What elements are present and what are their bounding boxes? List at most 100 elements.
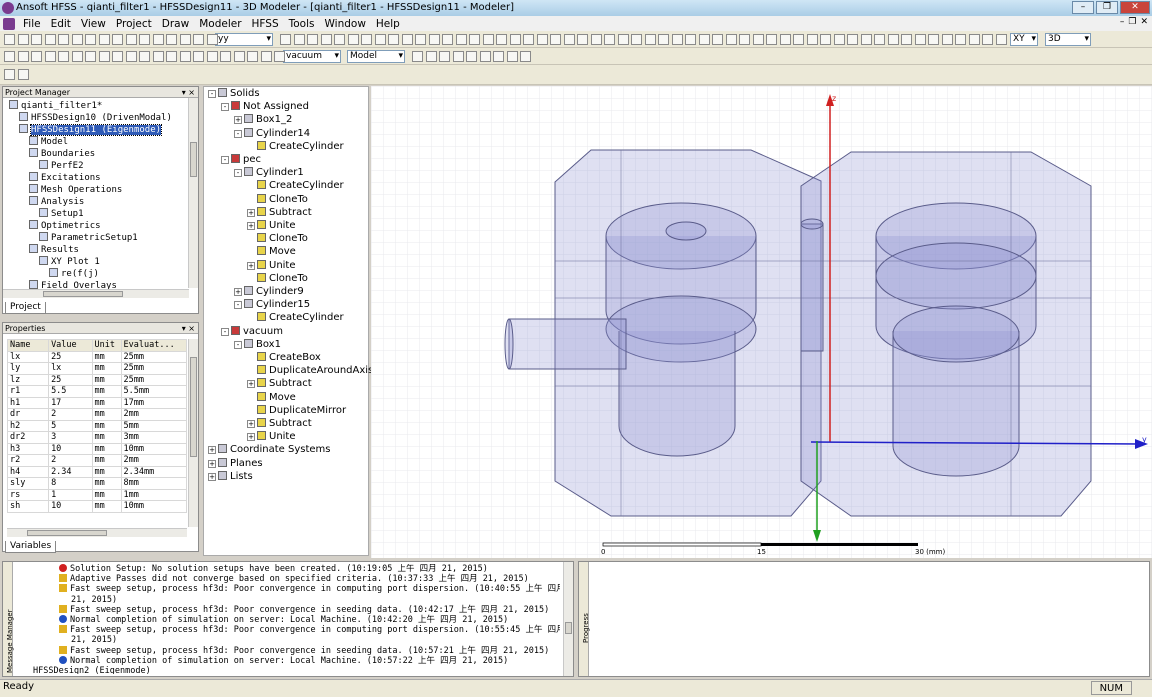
expand-icon[interactable]: +: [247, 208, 255, 217]
column-header[interactable]: Value: [48, 339, 93, 352]
model-tree-item[interactable]: + Subtract: [247, 206, 312, 219]
collapse-icon[interactable]: -: [234, 169, 242, 178]
project-tree-item[interactable]: XY Plot 1: [39, 256, 100, 268]
toolbar-tool-icon[interactable]: [493, 51, 504, 62]
menu-view[interactable]: View: [76, 18, 111, 30]
toolbar-tool-icon[interactable]: [193, 51, 204, 62]
toolbar-tool-icon[interactable]: [523, 34, 534, 45]
toolbar-tool-icon[interactable]: [220, 51, 231, 62]
toolbar-tool-icon[interactable]: [536, 34, 548, 45]
project-tree-item[interactable]: HFSSDesign10 (DrivenModal): [19, 112, 172, 124]
table-row[interactable]: dr2 3 mm 3mm: [6, 431, 188, 444]
collapse-icon[interactable]: -: [208, 90, 216, 98]
toolbar-tool-icon[interactable]: [577, 34, 588, 45]
model-tree-item[interactable]: + Unite: [247, 259, 296, 272]
model-tree-item[interactable]: + Subtract: [247, 378, 312, 390]
toolbar-tool-icon[interactable]: [85, 34, 96, 45]
material-select[interactable]: vacuum: [283, 50, 341, 63]
table-cell[interactable]: 25: [48, 373, 93, 386]
model-tree-item[interactable]: - Cylinder14: [234, 127, 310, 140]
toolbar-tool-icon[interactable]: [509, 34, 521, 45]
toolbar-tool-icon[interactable]: [658, 34, 669, 45]
mode-select[interactable]: Model: [347, 50, 405, 63]
model-tree-item[interactable]: Move: [247, 246, 296, 258]
model-tree-item[interactable]: - Cylinder15: [234, 299, 310, 311]
toolbar-tool-icon[interactable]: [388, 34, 399, 45]
toolbar-tool-icon[interactable]: [112, 51, 123, 62]
model-tree-item[interactable]: CreateCylinder: [247, 180, 344, 192]
toolbar-tool-icon[interactable]: [698, 34, 710, 45]
project-tree-item[interactable]: Analysis: [29, 196, 84, 208]
model-tree-item[interactable]: - vacuum: [221, 325, 283, 338]
menu-window[interactable]: Window: [320, 18, 371, 30]
toolbar-tool-icon[interactable]: [139, 34, 150, 45]
toolbar-tool-icon[interactable]: [482, 34, 494, 45]
document-icon[interactable]: [3, 17, 15, 30]
model-tree-item[interactable]: - Box1: [234, 338, 281, 351]
toolbar-tool-icon[interactable]: [125, 51, 137, 62]
toolbar-tool-icon[interactable]: [496, 34, 507, 45]
table-row[interactable]: lx 25 mm 25mm: [6, 350, 188, 363]
model-tree-item[interactable]: CloneTo: [247, 233, 308, 245]
table-row[interactable]: h2 5 mm 5mm: [6, 419, 188, 432]
table-cell[interactable]: lx: [48, 362, 93, 375]
toolbar-tool-icon[interactable]: [85, 51, 96, 62]
expand-icon[interactable]: +: [208, 446, 216, 455]
toolbar-tool-icon[interactable]: [320, 34, 332, 45]
toolbar-tool-icon[interactable]: [347, 34, 359, 45]
project-tree-item[interactable]: HFSSDesign11 (Eigenmode): [19, 124, 163, 136]
table-cell[interactable]: 2.34: [48, 465, 93, 478]
expand-icon[interactable]: +: [247, 222, 255, 230]
table-cell[interactable]: 17: [48, 396, 93, 409]
toolbar-tool-icon[interactable]: [506, 51, 518, 62]
table-cell[interactable]: 2: [48, 454, 93, 467]
table-row[interactable]: sh 10 mm 10mm: [6, 500, 188, 513]
table-cell[interactable]: 1: [48, 488, 93, 501]
table-row[interactable]: dr 2 mm 2mm: [6, 408, 188, 421]
toolbar-tool-icon[interactable]: [274, 51, 285, 62]
toolbar-tool-icon[interactable]: [307, 34, 318, 45]
menu-modeler[interactable]: Modeler: [194, 18, 246, 30]
toolbar-tool-icon[interactable]: [712, 34, 723, 45]
panel-close-icon[interactable]: ▾ ×: [182, 87, 195, 98]
model-tree-item[interactable]: + Coordinate Systems: [208, 444, 331, 456]
toolbar-tool-icon[interactable]: [4, 51, 15, 62]
properties-hscrollbar[interactable]: [7, 528, 187, 537]
menu-tools[interactable]: Tools: [284, 18, 320, 30]
toolbar-tool-icon[interactable]: [779, 34, 791, 45]
maximize-button[interactable]: ❐: [1096, 1, 1118, 14]
column-header[interactable]: Evaluat...: [120, 339, 188, 352]
expand-icon[interactable]: +: [247, 433, 255, 442]
model-tree-item[interactable]: + Unite: [247, 431, 296, 443]
toolbar-tool-icon[interactable]: [206, 51, 218, 62]
toolbar-tool-icon[interactable]: [847, 34, 858, 45]
message-row[interactable]: Fast sweep setup, process hf3d: Poor con…: [59, 584, 560, 594]
collapse-icon[interactable]: -: [221, 156, 229, 164]
expand-icon[interactable]: +: [208, 472, 216, 481]
table-cell[interactable]: 10: [48, 500, 93, 513]
table-row[interactable]: h4 2.34 mm 2.34mm: [6, 465, 188, 478]
model-tree-item[interactable]: + Lists: [208, 470, 253, 483]
toolbar-tool-icon[interactable]: [98, 34, 110, 45]
close-button[interactable]: ✕: [1120, 1, 1150, 14]
project-tree-item[interactable]: qianti_filter1*: [9, 100, 102, 112]
project-tree-item[interactable]: Results: [29, 244, 79, 256]
table-cell[interactable]: 2: [48, 408, 93, 421]
message-row[interactable]: Fast sweep setup, process hf3d: Poor con…: [59, 604, 549, 615]
project-tree-item[interactable]: PerfE2: [39, 160, 84, 172]
project-tree-item[interactable]: Optimetrics: [29, 220, 101, 232]
table-row[interactable]: h3 10 mm 10mm: [6, 442, 188, 455]
toolbar-tool-icon[interactable]: [152, 51, 164, 62]
project-tree-hscrollbar[interactable]: [3, 289, 189, 298]
toolbar-tool-icon[interactable]: [206, 34, 218, 45]
toolbar-tool-icon[interactable]: [31, 51, 42, 62]
message-row[interactable]: 21, 2015): [71, 595, 117, 605]
model-tree-item[interactable]: - pec: [221, 154, 261, 166]
mdi-minimize-button[interactable]: –: [1120, 17, 1125, 27]
toolbar-tool-icon[interactable]: [179, 51, 191, 62]
message-row[interactable]: Normal completion of simulation on serve…: [59, 655, 508, 666]
menu-file[interactable]: File: [18, 18, 46, 30]
toolbar-tool-icon[interactable]: [139, 51, 150, 62]
plane-select[interactable]: XY: [1010, 33, 1038, 46]
toolbar-tool-icon[interactable]: [425, 51, 437, 62]
